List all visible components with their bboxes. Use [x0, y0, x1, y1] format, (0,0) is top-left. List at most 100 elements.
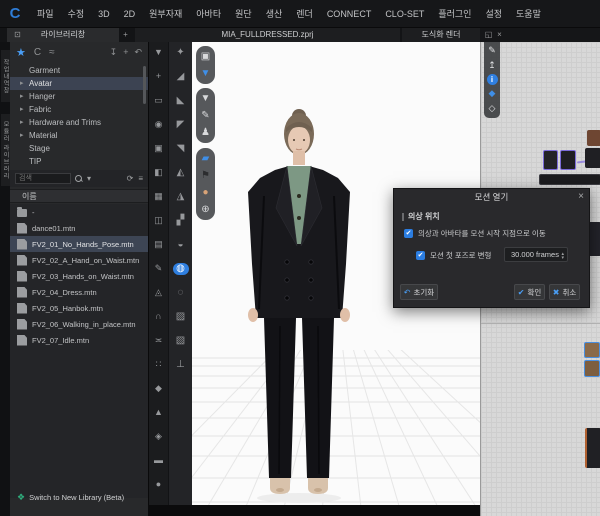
library-tree-item[interactable]: ▸ Hanger — [10, 90, 148, 103]
pattern-piece[interactable] — [543, 150, 558, 170]
avatar-pose-2[interactable]: ◣ — [173, 95, 189, 107]
add-icon[interactable]: + — [123, 47, 128, 58]
search-options-caret-icon[interactable]: ▾ — [87, 174, 91, 183]
avatar-edit-tool[interactable]: ◭ — [173, 167, 189, 179]
drape-tool[interactable]: ◈ — [152, 431, 166, 442]
first-pose-checkbox[interactable]: ✔ — [416, 251, 425, 260]
avatar-pose-3[interactable]: ◤ — [173, 119, 189, 131]
fold-arrange-tool[interactable]: ◧ — [152, 167, 166, 178]
menu-item[interactable]: 3D — [91, 0, 117, 28]
file-row[interactable]: FV2_04_Dress.mtn — [10, 284, 148, 300]
avatar-pose-4[interactable]: ◥ — [173, 143, 189, 155]
mesh-toggle[interactable]: ◌ — [173, 287, 189, 299]
measure-tool[interactable]: ▤ — [152, 239, 166, 250]
spin-down-icon[interactable]: ▾ — [561, 256, 564, 260]
transform-tool[interactable]: + — [152, 71, 166, 82]
tab-schematic-render[interactable]: 도식화 렌더 — [402, 28, 480, 42]
tab-project[interactable]: MIA_FULLDRESSED.zprj — [135, 28, 400, 42]
stack-tool[interactable]: ▦ — [152, 191, 166, 202]
garment-tool[interactable]: ▲ — [152, 407, 166, 418]
frames-spinner[interactable]: 30.000 frames ▴ ▾ — [504, 247, 568, 262]
pattern-piece[interactable] — [539, 174, 600, 185]
add-tab-icon[interactable]: + — [120, 28, 131, 42]
pattern-piece[interactable] — [585, 428, 600, 468]
search-input[interactable] — [15, 173, 71, 184]
menu-item[interactable]: 원부자재 — [142, 0, 189, 28]
button-tool[interactable]: ∷ — [152, 359, 166, 370]
import-icon[interactable]: ↧ — [110, 47, 118, 58]
library-tree-item[interactable]: ▸ Hardware and Trims — [10, 116, 148, 129]
sewing-tool[interactable]: ≍ — [152, 335, 166, 346]
curve-tool[interactable]: ∩ — [152, 311, 166, 322]
file-row[interactable]: FV2_06_Walking_in_place.mtn — [10, 316, 148, 332]
topstitch-tool[interactable]: ● — [152, 479, 166, 490]
render-style-icon[interactable]: ▣ — [198, 49, 213, 64]
menu-item[interactable]: 파일 — [30, 0, 61, 28]
tack-tool[interactable]: ◬ — [152, 287, 166, 298]
show-avatar-toggle[interactable]: ◍ — [173, 263, 189, 275]
head-view-icon[interactable]: ● — [198, 185, 213, 200]
cancel-button[interactable]: ✖ 취소 — [549, 284, 580, 300]
pattern-piece[interactable] — [587, 130, 600, 146]
show-avatar-icon[interactable]: ♟ — [198, 125, 213, 140]
pin-stand-toggle[interactable]: ⊥ — [173, 359, 189, 371]
waves-icon[interactable]: ≈ — [49, 47, 55, 58]
shirt-up-icon[interactable]: ↥ — [486, 59, 499, 72]
switch-library-link[interactable]: ❖ Switch to New Library (Beta) — [10, 490, 148, 504]
pattern-3d-toggle[interactable]: ▨ — [173, 311, 189, 323]
shirt-texture-icon[interactable]: ◆ — [486, 87, 499, 100]
garment-fit-tool[interactable]: ▞ — [173, 215, 189, 227]
move-to-start-checkbox[interactable]: ✔ — [404, 229, 413, 238]
fit-tool[interactable]: ◮ — [173, 191, 189, 203]
info-icon[interactable]: i — [487, 74, 498, 85]
dock-icon[interactable]: ⊡ — [12, 28, 23, 42]
pin-tool[interactable]: ◉ — [152, 119, 166, 130]
menu-item[interactable]: CONNECT — [320, 0, 379, 28]
file-row[interactable]: FV2_03_Hands_on_Waist.mtn — [10, 268, 148, 284]
file-row[interactable]: FV2_05_Hanbok.mtn — [10, 300, 148, 316]
show-garment-icon[interactable]: ▼ — [198, 91, 213, 106]
library-tree-item[interactable]: ▸ Material — [10, 129, 148, 142]
fabric-view-icon[interactable]: ▰ — [198, 151, 213, 166]
dock-2d-icon[interactable]: ◱ — [483, 28, 494, 42]
library-tree-item[interactable]: ▸ Avatar — [10, 77, 148, 90]
list-view-icon[interactable]: ≡ — [138, 174, 143, 183]
clo-library-icon[interactable]: C — [34, 47, 41, 58]
menu-item[interactable]: 렌더 — [289, 0, 320, 28]
pattern-piece[interactable] — [584, 342, 600, 358]
pattern-piece[interactable] — [560, 150, 576, 170]
pattern-piece[interactable] — [585, 148, 600, 168]
dialog-close-icon[interactable]: × — [578, 189, 584, 205]
reset-button[interactable]: ↶ 초기화 — [400, 284, 438, 300]
pattern-piece[interactable] — [584, 360, 600, 377]
tree-scrollbar[interactable] — [143, 66, 146, 104]
vest-tool[interactable]: ◆ — [152, 383, 166, 394]
menu-item[interactable]: 설정 — [478, 0, 509, 28]
file-row[interactable]: FV2_07_Idle.mtn — [10, 332, 148, 348]
library-tree-item[interactable]: ▸ Fabric — [10, 103, 148, 116]
menu-item[interactable]: 수정 — [61, 0, 92, 28]
pin-box-tool[interactable]: ▣ — [152, 143, 166, 154]
menu-item[interactable]: 플러그인 — [431, 0, 478, 28]
stylus-tool[interactable]: ✎ — [152, 263, 166, 274]
avatar-model[interactable] — [234, 104, 364, 506]
back-icon[interactable]: ↶ — [134, 47, 142, 58]
flatten-tool[interactable]: ◫ — [152, 215, 166, 226]
file-row[interactable]: FV2_01_No_Hands_Pose.mtn — [10, 236, 148, 252]
flag-view-icon[interactable]: ⚑ — [198, 168, 213, 183]
tab-history-window[interactable]: 작업내역창 — [1, 50, 10, 102]
avatar-pose-1[interactable]: ◢ — [173, 71, 189, 83]
close-2d-icon[interactable]: × — [494, 28, 505, 42]
rect-select-tool[interactable]: ▭ — [152, 95, 166, 106]
pattern-box-toggle[interactable]: ▧ — [173, 335, 189, 347]
show-garment-toggle[interactable]: ◒ — [173, 239, 189, 251]
search-icon[interactable] — [75, 175, 83, 183]
refresh-icon[interactable]: ⟳ — [127, 174, 134, 183]
file-row[interactable]: FV2_02_A_Hand_on_Waist.mtn — [10, 252, 148, 268]
file-row[interactable]: dance01.mtn — [10, 220, 148, 236]
tab-library[interactable]: 라이브러리창 — [7, 28, 119, 42]
menu-item[interactable]: 원단 — [228, 0, 259, 28]
globe-view-icon[interactable]: ⊕ — [198, 202, 213, 217]
select-move-tool[interactable]: ▼ — [152, 47, 166, 58]
pose-tool[interactable]: ✦ — [173, 47, 189, 59]
